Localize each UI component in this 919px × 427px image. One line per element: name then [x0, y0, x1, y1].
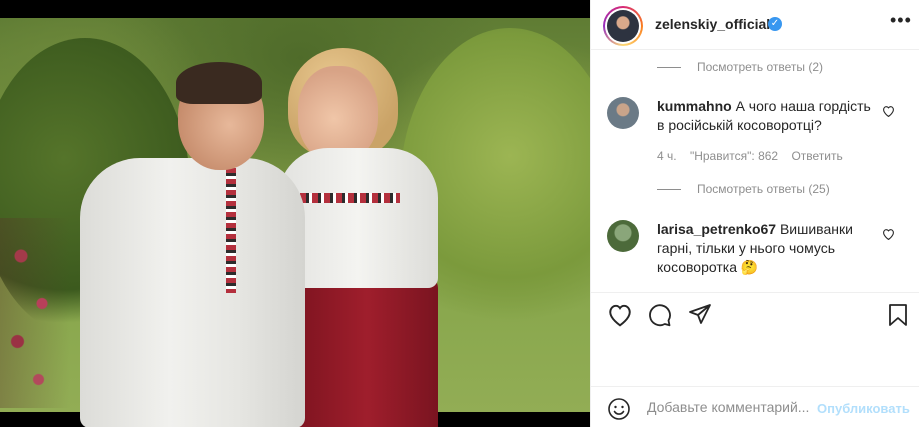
replies-divider-line — [657, 188, 681, 190]
comment-item: kummahno А чого наша гордість в російськ… — [607, 97, 907, 167]
post-header: zelenskiy_official ✓ ••• — [591, 0, 919, 50]
comment-input[interactable] — [647, 399, 812, 415]
post-photo[interactable] — [0, 0, 590, 427]
verified-badge-icon: ✓ — [768, 17, 782, 31]
woman-red-skirt — [296, 276, 438, 427]
avatar-image — [607, 10, 639, 42]
comment-icon[interactable] — [647, 303, 673, 327]
comment-time: 4 ч. — [657, 149, 677, 163]
comment-like-heart-icon[interactable] — [882, 228, 895, 240]
comment-text-block: larisa_petrenko67 Вишиванки гарні, тільк… — [657, 220, 877, 277]
add-comment-bar: Опубликовать — [591, 386, 919, 427]
heart-icon[interactable] — [607, 303, 633, 327]
paper-plane-icon[interactable] — [687, 303, 713, 327]
publish-button[interactable]: Опубликовать — [817, 401, 910, 416]
comment-meta: 4 ч. "Нравится": 862 Ответить — [657, 149, 853, 163]
reply-button[interactable]: Ответить — [791, 149, 842, 163]
blouse-embroidery — [300, 193, 400, 203]
flower-bush — [0, 218, 70, 408]
comment-username[interactable]: kummahno — [657, 98, 732, 114]
bookmark-icon[interactable] — [887, 303, 909, 327]
view-replies-link[interactable]: Посмотреть ответы (25) — [657, 182, 830, 196]
comment-likes-count[interactable]: "Нравится": 862 — [690, 149, 778, 163]
smiley-icon[interactable] — [607, 397, 631, 421]
commenter-avatar[interactable] — [607, 97, 639, 129]
replies-divider-line — [657, 66, 681, 68]
comment-item: larisa_petrenko67 Вишиванки гарні, тільк… — [607, 220, 907, 280]
comment-like-heart-icon[interactable] — [882, 105, 895, 117]
view-replies-link[interactable]: Посмотреть ответы (2) — [657, 60, 823, 74]
comment-username[interactable]: larisa_petrenko67 — [657, 221, 776, 237]
photo-scene — [0, 18, 590, 427]
profile-avatar[interactable] — [603, 6, 643, 46]
view-replies-label: Посмотреть ответы (2) — [697, 60, 824, 74]
man-hair — [176, 62, 262, 104]
comment-text-block: kummahno А чого наша гордість в російськ… — [657, 97, 877, 135]
post-actions-bar — [591, 292, 919, 340]
man-embroidered-shirt — [80, 158, 305, 427]
shirt-embroidery — [226, 168, 236, 293]
more-options-icon[interactable]: ••• — [890, 10, 912, 31]
post-side-panel: zelenskiy_official ✓ ••• Посмотреть отве… — [590, 0, 919, 427]
view-replies-label: Посмотреть ответы (25) — [697, 182, 830, 196]
commenter-avatar[interactable] — [607, 220, 639, 252]
username-link[interactable]: zelenskiy_official — [655, 16, 770, 32]
